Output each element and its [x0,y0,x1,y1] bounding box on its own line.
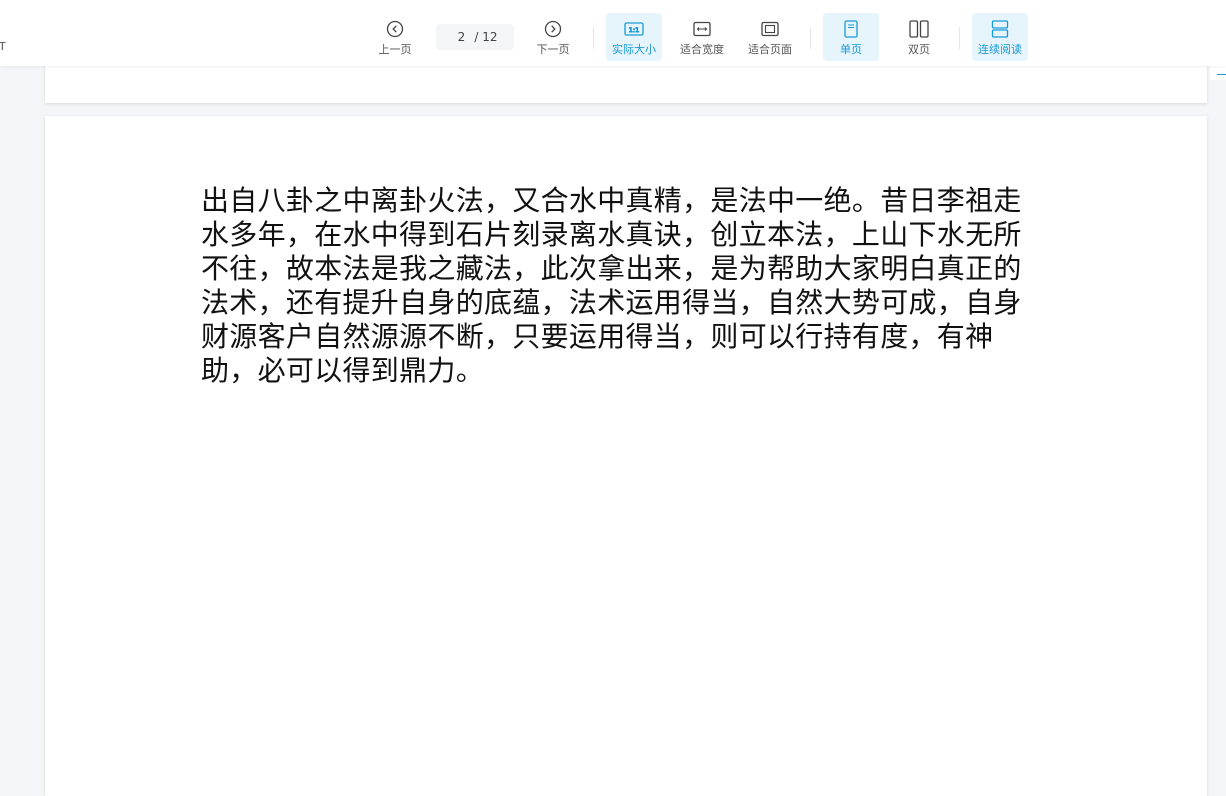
document-page: 出自八卦之中离卦火法，又合水中真精，是法中一绝。昔日李祖走水多年，在水中得到石片… [45,116,1207,796]
page-number-input[interactable]: 2 [452,30,470,44]
chevron-right-circle-icon [544,19,562,39]
continuous-read-label: 连续阅读 [978,43,1022,56]
fit-page-label: 适合页面 [748,43,792,56]
chevron-left-circle-icon [386,19,404,39]
single-page-button[interactable]: 单页 [823,13,879,61]
viewer-toolbar: T 上一页 2 / 12 下一页 1:1 实际大小 适合宽度 适合页面 单页 双… [0,0,1226,66]
next-page-button[interactable]: 下一页 [528,13,578,61]
double-page-icon [909,19,929,39]
fit-width-button[interactable]: 适合宽度 [674,13,730,61]
fit-page-button[interactable]: 适合页面 [742,13,798,61]
single-page-label: 单页 [840,43,862,56]
page-paragraph: 出自八卦之中离卦火法，又合水中真精，是法中一绝。昔日李祖走水多年，在水中得到石片… [201,184,1022,387]
svg-text:1:1: 1:1 [629,26,639,34]
fit-width-icon [693,19,711,39]
continuous-read-button[interactable]: 连续阅读 [972,13,1028,61]
actual-size-icon: 1:1 [624,19,644,39]
next-page-label: 下一页 [536,43,570,56]
fit-width-label: 适合宽度 [680,43,724,56]
continuous-read-icon [991,19,1009,39]
toolbar-divider [593,27,594,49]
toolbar-divider [810,27,811,49]
side-panel-line [1217,74,1226,75]
page-indicator: 2 / 12 [436,24,514,50]
actual-size-label: 实际大小 [612,43,656,56]
toolbar-divider [959,27,960,49]
fit-page-icon [761,19,779,39]
prev-page-button[interactable]: 上一页 [370,13,420,61]
actual-size-button[interactable]: 1:1 实际大小 [606,13,662,61]
prev-page-label: 上一页 [378,43,412,56]
left-edge-text: T [0,40,6,53]
single-page-icon [844,19,858,39]
page-total: / 12 [474,30,498,44]
double-page-label: 双页 [908,43,930,56]
double-page-button[interactable]: 双页 [891,13,947,61]
